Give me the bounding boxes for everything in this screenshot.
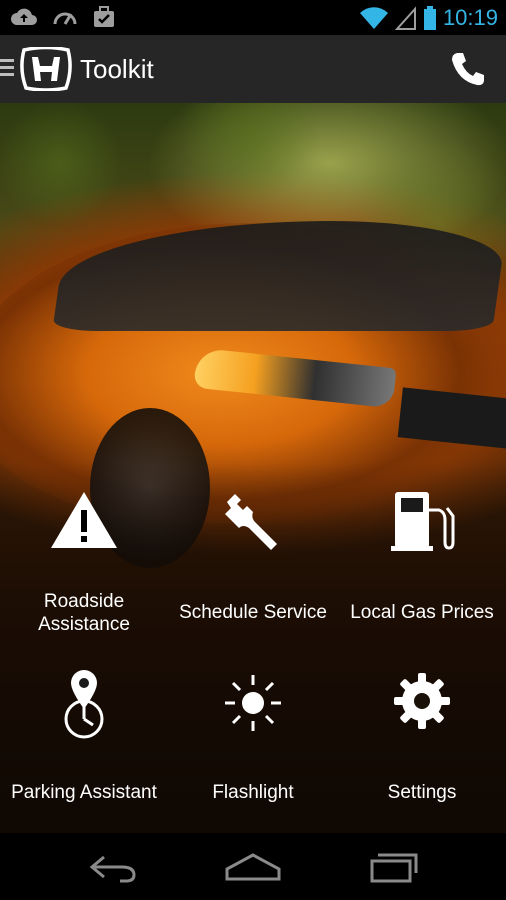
schedule-service-button[interactable]: Schedule Service: [169, 470, 337, 640]
parking-assistant-label: Parking Assistant: [11, 782, 157, 803]
parking-assistant-button[interactable]: Parking Assistant: [0, 655, 168, 805]
app-title: Toolkit: [80, 54, 154, 84]
status-bar: 10:19: [0, 0, 506, 35]
system-icons: 10:19: [359, 3, 498, 33]
flashlight-label: Flashlight: [212, 782, 294, 803]
back-icon[interactable]: [82, 849, 142, 885]
recent-apps-icon[interactable]: [364, 849, 424, 885]
local-gas-prices-button[interactable]: Local Gas Prices: [338, 470, 506, 640]
cloud-upload-icon: [11, 8, 37, 25]
map-pin-clock-icon: [64, 670, 104, 739]
roadside-assistance-label: Roadside Assistance: [38, 591, 130, 635]
battery-icon: [423, 6, 436, 30]
home-icon[interactable]: [223, 849, 283, 885]
wifi-icon: [359, 7, 388, 29]
clock: 10:19: [442, 5, 498, 30]
speedometer-icon: [53, 12, 77, 25]
gear-icon: [394, 673, 450, 729]
cell-signal-icon: [394, 6, 416, 30]
wrench-icon: [225, 494, 277, 550]
settings-label: Settings: [387, 782, 457, 803]
phone-icon[interactable]: [448, 49, 488, 89]
roadside-assistance-button[interactable]: Roadside Assistance: [0, 470, 168, 640]
schedule-service-label: Schedule Service: [179, 602, 327, 623]
gas-pump-icon: [391, 492, 455, 551]
action-bar: Toolkit: [0, 35, 506, 103]
flashlight-sun-icon: [225, 675, 281, 731]
navigation-bar: [0, 833, 506, 900]
settings-button[interactable]: Settings: [338, 655, 506, 805]
briefcase-check-icon: [94, 6, 114, 27]
honda-logo[interactable]: [18, 47, 74, 91]
warning-triangle-icon: [51, 492, 117, 548]
local-gas-prices-label: Local Gas Prices: [350, 602, 494, 623]
drawer-indicator-icon[interactable]: [0, 59, 14, 79]
notification-icons: [10, 5, 116, 29]
flashlight-button[interactable]: Flashlight: [169, 655, 337, 805]
